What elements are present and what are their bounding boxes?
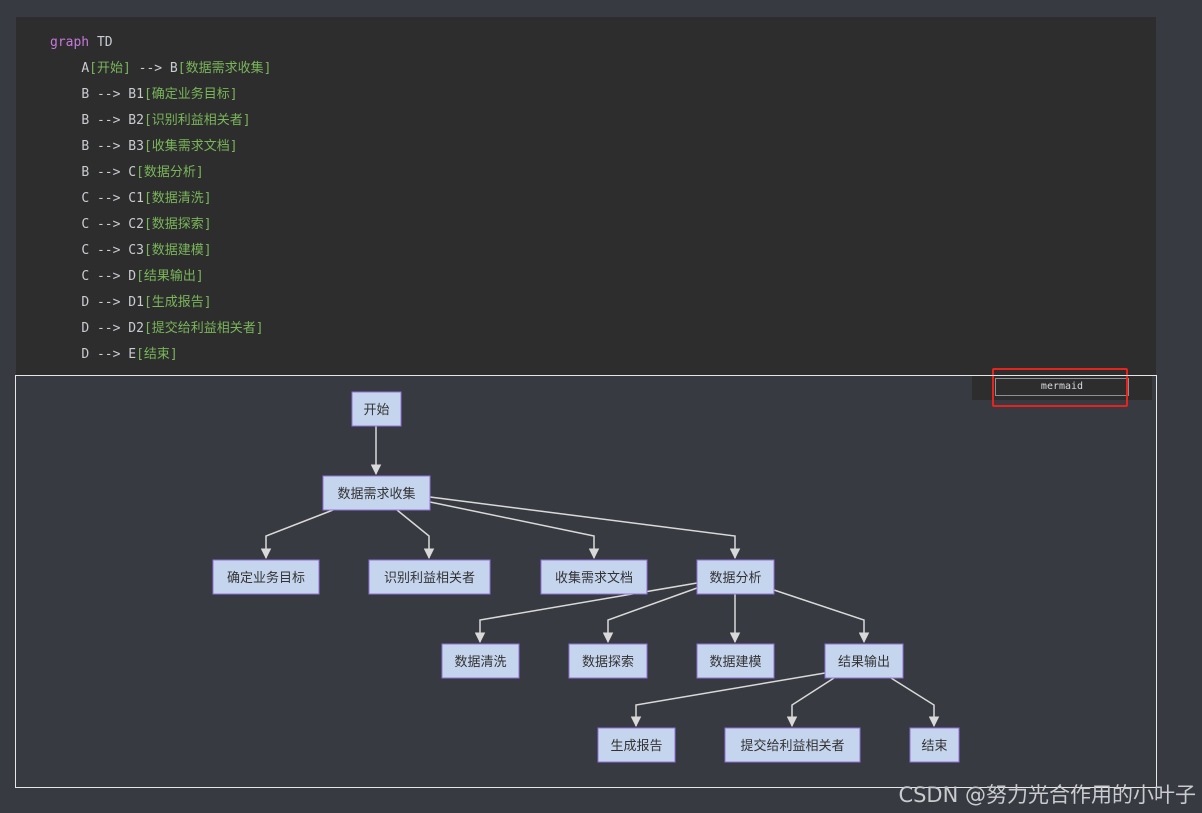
node-c[interactable]: 数据分析 [696, 559, 775, 595]
node-label: 确定业务目标 [227, 570, 305, 585]
node-b[interactable]: 数据需求收集 [322, 475, 431, 511]
node-label: 结束 [921, 738, 947, 753]
node-d2[interactable]: 提交给利益相关者 [724, 727, 861, 763]
node-label: 生成报告 [610, 738, 662, 753]
node-label: 数据建模 [709, 654, 761, 669]
node-a[interactable]: 开始 [351, 391, 402, 427]
edge-d-to-e [890, 677, 940, 728]
node-b3[interactable]: 收集需求文档 [540, 559, 648, 595]
edge-c-to-d [773, 589, 870, 644]
node-c2[interactable]: 数据探索 [568, 643, 648, 679]
flowchart-diagram: 开始数据需求收集确定业务目标 识别利益相关者 收集需求文档 数据分析数据清洗 数据探索 数… [212, 391, 960, 763]
node-d1[interactable]: 生成报告 [597, 727, 676, 763]
edge-b-to-b3 [429, 501, 600, 560]
node-label: 数据需求收集 [337, 486, 415, 501]
node-d[interactable]: 结果输出 [824, 643, 904, 679]
edge-d-to-d1 [630, 672, 826, 728]
node-b1[interactable]: 确定业务目标 [212, 559, 320, 595]
node-c1[interactable]: 数据清洗 [441, 643, 520, 679]
node-b2[interactable]: 识别利益相关者 [368, 559, 491, 595]
node-label: 数据分析 [709, 570, 761, 585]
node-label: 识别利益相关者 [384, 570, 475, 585]
node-c3[interactable]: 数据建模 [696, 643, 775, 679]
edge-d-to-d2 [786, 677, 835, 728]
csdn-watermark: CSDN @努力光合作用的小叶子 [898, 783, 1196, 807]
node-label: 开始 [363, 402, 389, 417]
edge-b-to-c [429, 496, 741, 560]
node-label: 数据探索 [582, 654, 634, 669]
edge-b-to-b2 [396, 509, 435, 560]
node-label: 结果输出 [838, 654, 890, 669]
edge-b-to-b1 [260, 509, 334, 560]
node-label: 收集需求文档 [555, 570, 633, 585]
node-label: 提交给利益相关者 [740, 738, 844, 753]
node-label: 数据清洗 [454, 654, 506, 669]
node-e[interactable]: 结束 [909, 727, 960, 763]
